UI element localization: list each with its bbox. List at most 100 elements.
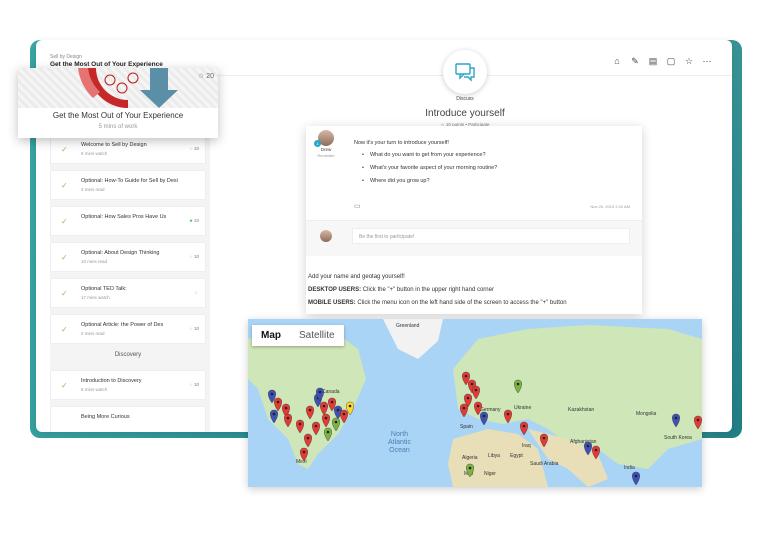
item-title: Optional: About Design Thinking (81, 250, 160, 256)
discussion-title: Introduce yourself (425, 108, 505, 119)
item-title: Optional Article: the Power of Des (81, 322, 164, 328)
discussion-panel: 1 Drew Reminder Now it's your turn to in… (306, 126, 642, 314)
map-pin-icon[interactable] (592, 445, 600, 460)
question-item: What's your favorite aspect of your morn… (362, 165, 497, 171)
breadcrumb-course[interactable]: Sell by Design (50, 54, 82, 60)
star-icon: ☆ (193, 290, 198, 295)
item-meta: 17 mins watch (81, 295, 110, 300)
reply-icon[interactable]: ▭ (354, 202, 361, 210)
map-pin-icon[interactable] (480, 411, 488, 426)
map-pin-icon[interactable] (340, 409, 348, 424)
map-pin-icon[interactable] (324, 427, 332, 442)
map-pin-icon[interactable] (694, 415, 702, 430)
list-item[interactable]: ✓ Optional: About Design Thinking 10 min… (50, 242, 206, 272)
map-pin-icon[interactable] (270, 409, 278, 424)
world-map[interactable]: Map Satellite Greenland Canada North Atla… (248, 319, 702, 487)
author-name: Drew (320, 147, 332, 152)
discuss-icon (455, 63, 475, 82)
item-points: ☆10 (188, 382, 199, 387)
question-item: What do you want to get from your experi… (362, 152, 497, 158)
map-pin-icon[interactable] (504, 409, 512, 424)
list-item[interactable]: Being More Curious (50, 406, 206, 432)
discuss-label: Discuss (456, 96, 474, 102)
page-title: Get the Most Out of Your Experience (50, 61, 163, 68)
item-meta: 3 mins read (81, 187, 105, 192)
toolbar: ⌂ ✎ ▤ ▢ ☆ ⋯ (612, 56, 712, 66)
module-duration: 5 mins of work (98, 124, 138, 130)
list-item[interactable]: ✓ Welcome to Sell by Design 5 mins watch… (50, 134, 206, 164)
map-pin-icon[interactable] (672, 413, 680, 428)
reply-row: Be the first to participate! (306, 221, 642, 256)
item-title: Optional TED Talk: (81, 286, 127, 292)
item-title: Being More Curious (81, 414, 130, 420)
item-points: ☆ (194, 290, 199, 296)
map-pin-icon[interactable] (466, 463, 474, 478)
question-item: Where did you grow up? (362, 178, 497, 184)
map-pin-icon[interactable] (312, 421, 320, 436)
map-pin-icon[interactable] (520, 421, 528, 436)
author-badge: 1 (314, 140, 321, 147)
map-pin-icon[interactable] (584, 441, 592, 456)
post-intro: Now it's your turn to introduce yourself… (354, 140, 449, 146)
item-title: Introduction to Discovery (81, 378, 142, 384)
map-pin-icon[interactable] (296, 419, 304, 434)
list-item[interactable]: ✓ Introduction to Discovery 5 mins watch… (50, 370, 206, 400)
map-pin-icon[interactable] (474, 401, 482, 416)
star-icon: ☆ (188, 326, 193, 331)
map-pin-icon[interactable] (514, 379, 522, 394)
check-icon: ✓ (61, 253, 68, 262)
map-pin-icon[interactable] (632, 471, 640, 486)
discuss-badge (443, 50, 487, 94)
list-item[interactable]: ✓ Optional Article: the Power of Des 2 m… (50, 314, 206, 344)
post-questions: What do you want to get from your experi… (362, 152, 497, 191)
module-illustration (18, 68, 218, 108)
avatar (320, 230, 332, 242)
check-icon: ✓ (61, 217, 68, 226)
instruction-line: MOBILE USERS: Click the menu icon on the… (308, 300, 567, 306)
map-pin-icon[interactable] (284, 413, 292, 428)
check-icon: ✓ (61, 145, 68, 154)
notes-icon[interactable]: ▤ (648, 56, 658, 66)
map-pin-icon[interactable] (274, 397, 282, 412)
item-meta: 10 mins read (81, 259, 108, 264)
author-role: Reminder (317, 153, 335, 158)
map-pin-icon[interactable] (332, 417, 340, 432)
map-pin-icon[interactable] (472, 385, 480, 400)
item-title: Optional: How-To Guide for Sell by Desi (81, 178, 178, 184)
paperclip-icon[interactable]: ✎ (630, 56, 640, 66)
item-meta: 2 mins read (81, 331, 105, 336)
item-points: ☆10 (188, 254, 199, 259)
module-title: Get the Most Out of Your Experience (52, 111, 184, 120)
item-meta: 5 mins watch (81, 151, 108, 156)
list-item[interactable]: ✓ Optional: How Sales Pros Have Us ★10 (50, 206, 206, 236)
home-icon[interactable]: ⌂ (612, 56, 622, 66)
check-icon: ✓ (61, 289, 68, 298)
check-icon: ✓ (61, 325, 68, 334)
instruction-line: DESKTOP USERS: Click the "+" button in t… (308, 287, 494, 293)
check-icon: ✓ (61, 181, 68, 190)
star-icon[interactable]: ☆ (684, 56, 694, 66)
star-icon: ★ (188, 218, 193, 223)
map-pin-icon[interactable] (540, 433, 548, 448)
list-item[interactable]: ✓ Optional: How-To Guide for Sell by Des… (50, 170, 206, 200)
process-diagram-illustration (78, 68, 178, 108)
star-icon: ☆ (198, 73, 205, 80)
item-points: ☆10 (188, 146, 199, 151)
map-pin-icon[interactable] (304, 433, 312, 448)
check-icon: ✓ (61, 381, 68, 390)
reply-input[interactable]: Be the first to participate! (352, 228, 630, 244)
instructions: Add your name and geotag yourself! DESKT… (308, 271, 567, 310)
map-pin-icon[interactable] (460, 403, 468, 418)
module-card[interactable]: Get the Most Out of Your Experience 5 mi… (18, 68, 218, 138)
list-item[interactable]: ✓ Optional TED Talk: 17 mins watch ☆ (50, 278, 206, 308)
map-pin-icon[interactable] (322, 413, 330, 428)
instruction-line: Add your name and geotag yourself! (308, 274, 405, 280)
map-pin-icon[interactable] (320, 401, 328, 416)
map-pin-icon[interactable] (300, 447, 308, 462)
map-pin-icon[interactable] (306, 405, 314, 420)
star-count-badge: ☆ 20 (198, 73, 215, 80)
chat-icon[interactable]: ▢ (666, 56, 676, 66)
star-icon: ☆ (188, 382, 193, 387)
more-icon[interactable]: ⋯ (702, 56, 712, 66)
post-date: Nov 20, 2019 2:20 AM (590, 204, 630, 209)
